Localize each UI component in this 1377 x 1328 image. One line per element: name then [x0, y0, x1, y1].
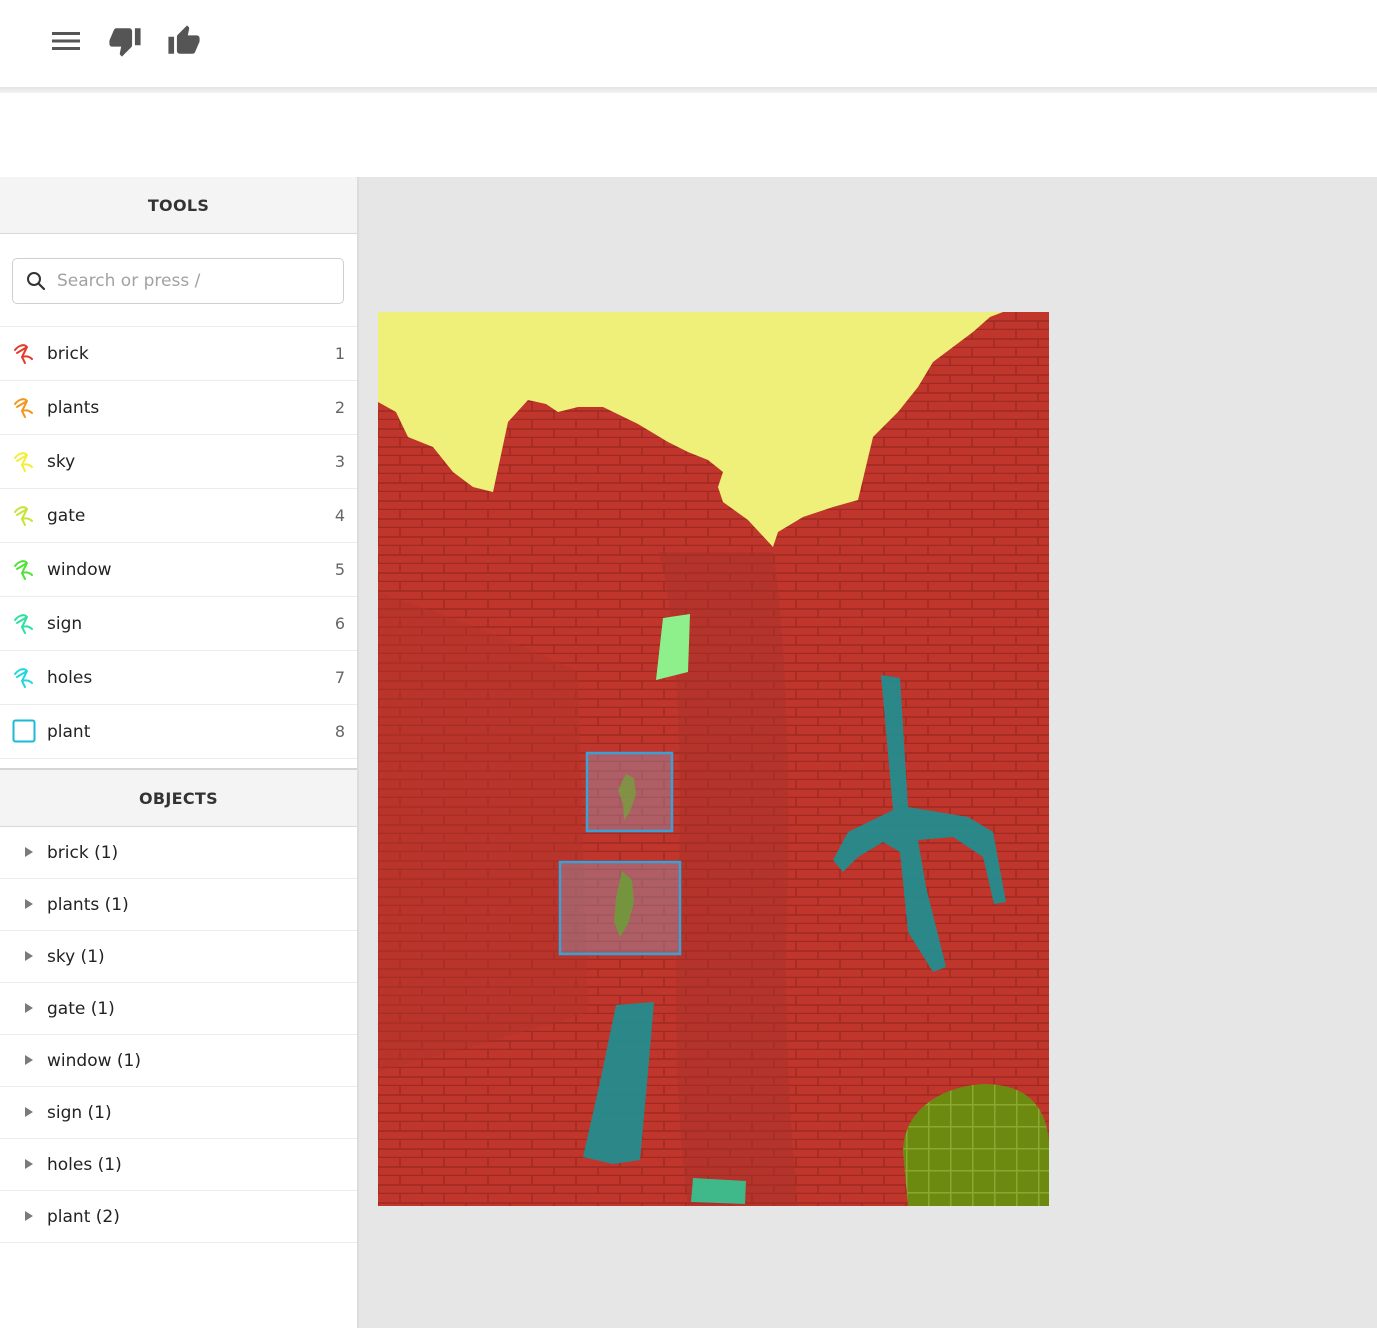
- annotated-image[interactable]: [378, 312, 1049, 1206]
- expand-caret-icon[interactable]: [25, 899, 33, 909]
- objects-header: OBJECTS: [0, 770, 357, 827]
- search-icon: [27, 272, 46, 291]
- object-group-label: window (1): [47, 1050, 141, 1071]
- object-group-label: plant (2): [47, 1206, 120, 1227]
- secondary-toolbar: [0, 93, 1377, 178]
- tool-item-holes[interactable]: holes 7: [0, 651, 357, 705]
- tool-label: window: [47, 559, 112, 580]
- tool-label: gate: [47, 505, 86, 526]
- tool-item-plants[interactable]: plants 2: [0, 381, 357, 435]
- tool-label: holes: [47, 667, 93, 688]
- tool-item-brick[interactable]: brick 1: [0, 327, 357, 381]
- polygon-tool-icon: [14, 344, 33, 364]
- object-group[interactable]: sign (1): [0, 1087, 357, 1139]
- search-box[interactable]: [12, 258, 344, 304]
- object-group[interactable]: gate (1): [0, 983, 357, 1035]
- tool-item-sky[interactable]: sky 3: [0, 435, 357, 489]
- expand-caret-icon[interactable]: [25, 1107, 33, 1117]
- tool-shortcut-key: 5: [334, 560, 345, 579]
- tool-shortcut-key: 1: [334, 344, 345, 363]
- object-group-label: plants (1): [47, 894, 129, 915]
- tool-label: sign: [47, 613, 83, 634]
- object-group-label: sky (1): [47, 946, 105, 967]
- tool-shortcut-key: 8: [334, 722, 345, 741]
- bounding-box-icon: [12, 719, 36, 743]
- expand-caret-icon[interactable]: [25, 1159, 33, 1169]
- expand-caret-icon[interactable]: [25, 1055, 33, 1065]
- expand-caret-icon[interactable]: [25, 951, 33, 961]
- object-group-label: holes (1): [47, 1154, 122, 1175]
- sign-region[interactable]: [691, 1178, 746, 1204]
- polygon-tool-icon: [14, 452, 33, 472]
- tool-search: [0, 234, 357, 327]
- tool-list: brick 1 plants 2 sky 3 gate 4 window 5 sign 6 holes 7…: [0, 327, 357, 759]
- tool-item-window[interactable]: window 5: [0, 543, 357, 597]
- expand-caret-icon[interactable]: [25, 847, 33, 857]
- object-group-label: gate (1): [47, 998, 115, 1019]
- search-input[interactable]: [55, 270, 329, 292]
- top-toolbar: [0, 0, 1377, 87]
- object-group-label: brick (1): [47, 842, 119, 863]
- tools-header: TOOLS: [0, 177, 357, 234]
- object-group[interactable]: plant (2): [0, 1191, 357, 1243]
- annotation-canvas[interactable]: [359, 178, 1377, 1328]
- polygon-tool-icon: [14, 614, 33, 634]
- object-group[interactable]: brick (1): [0, 827, 357, 879]
- tool-shortcut-key: 7: [334, 668, 345, 687]
- polygon-tool-icon: [14, 668, 33, 688]
- tool-label: plant: [47, 721, 91, 742]
- thumbs-down-icon[interactable]: [105, 21, 145, 61]
- tool-label: sky: [47, 451, 76, 472]
- expand-caret-icon[interactable]: [25, 1211, 33, 1221]
- object-group-label: sign (1): [47, 1102, 112, 1123]
- tool-item-gate[interactable]: gate 4: [0, 489, 357, 543]
- tool-label: brick: [47, 343, 89, 364]
- object-group[interactable]: plants (1): [0, 879, 357, 931]
- tool-item-sign[interactable]: sign 6: [0, 597, 357, 651]
- polygon-tool-icon: [14, 398, 33, 418]
- polygon-tool-icon: [14, 560, 33, 580]
- tool-label: plants: [47, 397, 100, 418]
- sidebar: TOOLS brick 1 plants 2 sky 3 gate 4 window 5 sign 6…: [0, 177, 359, 1328]
- tool-item-plant[interactable]: plant 8: [0, 705, 357, 759]
- menu-icon[interactable]: [46, 21, 86, 61]
- tool-shortcut-key: 3: [334, 452, 345, 471]
- thumbs-up-icon[interactable]: [164, 21, 204, 61]
- object-group[interactable]: sky (1): [0, 931, 357, 983]
- object-list: brick (1) plants (1) sky (1) gate (1) window…: [0, 827, 357, 1243]
- object-group[interactable]: holes (1): [0, 1139, 357, 1191]
- expand-caret-icon[interactable]: [25, 1003, 33, 1013]
- object-group[interactable]: window (1): [0, 1035, 357, 1087]
- polygon-tool-icon: [14, 506, 33, 526]
- brick-shading-left: [378, 592, 588, 1072]
- tool-shortcut-key: 2: [334, 398, 345, 417]
- tools-divider: [0, 759, 357, 770]
- tool-shortcut-key: 6: [334, 614, 345, 633]
- tool-shortcut-key: 4: [334, 506, 345, 525]
